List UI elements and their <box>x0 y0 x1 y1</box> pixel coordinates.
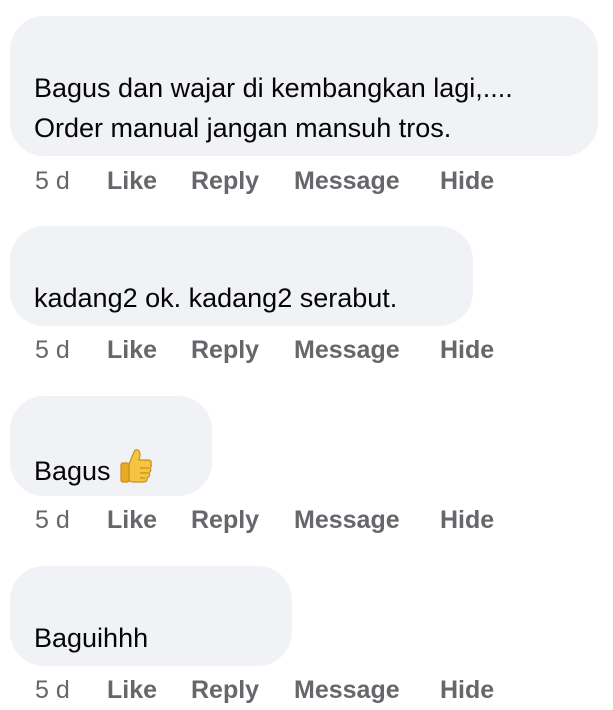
hide-button[interactable]: Hide <box>440 670 494 710</box>
comment-text-line: Bagus dan wajar di kembangkan lagi,.... <box>34 73 513 103</box>
comment-timestamp[interactable]: 5 d <box>35 161 70 201</box>
message-button[interactable]: Message <box>294 670 400 710</box>
comment-1: Bagus dan wajar di kembangkan lagi,.... … <box>10 16 598 156</box>
like-button[interactable]: Like <box>107 670 157 710</box>
like-button[interactable]: Like <box>107 161 157 201</box>
reply-button[interactable]: Reply <box>191 330 259 370</box>
comment-text-line: Order manual jangan mansuh tros. <box>34 113 452 143</box>
comment-text: Bagus <box>34 456 111 486</box>
comment-timestamp[interactable]: 5 d <box>35 670 70 710</box>
thumbs-up-icon <box>119 448 153 495</box>
reply-button[interactable]: Reply <box>191 670 259 710</box>
comment-4: Baguihhh <box>10 566 292 666</box>
hide-button[interactable]: Hide <box>440 330 494 370</box>
reply-button[interactable]: Reply <box>191 500 259 540</box>
comment-bubble[interactable]: kadang2 ok. kadang2 serabut. <box>10 226 473 326</box>
comment-3: Bagus <box>10 396 212 496</box>
reply-button[interactable]: Reply <box>191 161 259 201</box>
hide-button[interactable]: Hide <box>440 161 494 201</box>
comment-bubble[interactable]: Bagus dan wajar di kembangkan lagi,.... … <box>10 16 598 156</box>
like-button[interactable]: Like <box>107 500 157 540</box>
comment-bubble[interactable]: Baguihhh <box>10 566 292 666</box>
comment-2: kadang2 ok. kadang2 serabut. <box>10 226 473 326</box>
message-button[interactable]: Message <box>294 161 400 201</box>
hide-button[interactable]: Hide <box>440 500 494 540</box>
message-button[interactable]: Message <box>294 500 400 540</box>
like-button[interactable]: Like <box>107 330 157 370</box>
comment-text-line: Bagus <box>34 448 188 495</box>
comment-text-line: kadang2 ok. kadang2 serabut. <box>34 283 398 313</box>
comment-text-line: Baguihhh <box>34 623 149 653</box>
comment-bubble[interactable]: Bagus <box>10 396 212 496</box>
comment-timestamp[interactable]: 5 d <box>35 500 70 540</box>
message-button[interactable]: Message <box>294 330 400 370</box>
comment-timestamp[interactable]: 5 d <box>35 330 70 370</box>
